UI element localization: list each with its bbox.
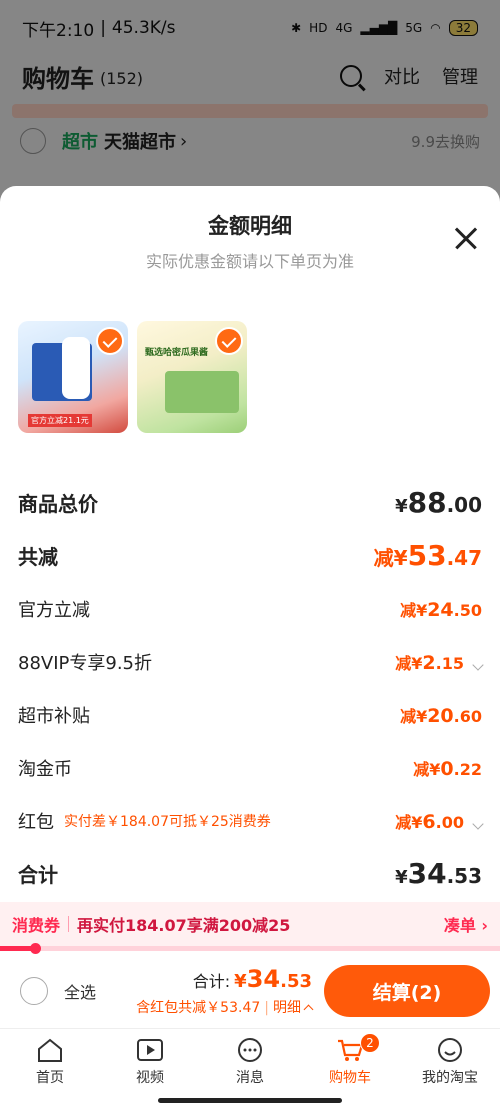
check-icon[interactable] <box>96 327 124 355</box>
home-icon <box>36 1037 64 1063</box>
tab-cart[interactable]: 购物车 2 <box>300 1029 400 1090</box>
taojinbi-label: 淘金币 <box>18 758 72 780</box>
total-discount-label: 共减 <box>18 545 58 569</box>
tab-home[interactable]: 首页 <box>0 1029 100 1090</box>
sheet-title: 金额明细 <box>208 214 292 238</box>
profile-icon <box>436 1037 464 1063</box>
official-discount-row: 官方立减 减¥ 24.50 <box>0 582 500 635</box>
product-caption: 官方立减21.1元 <box>28 414 92 427</box>
product-caption: 甄选哈密瓜果酱 <box>145 348 209 358</box>
subtotal-row: 商品总价 ¥88.00 <box>0 476 500 529</box>
tab-my-taobao[interactable]: 我的淘宝 <box>400 1029 500 1090</box>
market-subsidy-label: 超市补贴 <box>18 705 90 727</box>
total-discount-amount: 减¥ 53.47 <box>373 539 482 572</box>
market-subsidy-amount: 减¥ 20.60 <box>400 704 482 727</box>
total-discount-row: 共减 减¥ 53.47 <box>0 529 500 582</box>
coupon-text: 再实付184.07享满200减25 <box>77 916 291 935</box>
detail-toggle[interactable]: 明细 <box>273 1000 301 1016</box>
official-discount-label: 官方立减 <box>18 599 90 621</box>
total-amount: ¥34.53 <box>395 857 482 890</box>
official-discount-amount: 减¥ 24.50 <box>400 598 482 621</box>
total-row: 合计 ¥34.53 <box>0 847 500 900</box>
tab-messages[interactable]: 消息 <box>200 1029 300 1090</box>
total-label: 合计 <box>18 863 58 887</box>
sum-amount: 34 <box>246 965 281 993</box>
product-thumbnails: 官方立减21.1元 甄选哈密瓜果酱 <box>18 321 247 433</box>
vip-discount-amount: 减¥ 2.15 <box>395 650 484 674</box>
product-thumbnail-melon-jam[interactable]: 甄选哈密瓜果酱 <box>137 321 247 433</box>
close-icon[interactable] <box>454 226 478 250</box>
market-subsidy-row: 超市补贴 减¥ 20.60 <box>0 688 500 741</box>
chevron-down-icon[interactable] <box>472 817 484 830</box>
video-icon <box>136 1037 164 1063</box>
amount-rows: 商品总价 ¥88.00 共减 减¥ 53.47 官方立减 减¥ 24.50 88VI… <box>0 476 500 900</box>
red-packet-note: 实付差￥184.07可抵￥25消费券 <box>64 813 271 830</box>
taojinbi-amount: 减¥ 0.22 <box>413 757 482 780</box>
checkout-bar: 全选 合计: ¥34.53 含红包共减￥53.47 | 明细 结算(2) <box>0 956 500 1026</box>
sheet-subtitle: 实际优惠金额请以下单页为准 <box>145 252 354 271</box>
add-items-link[interactable]: 凑单 › <box>444 912 488 936</box>
tab-video[interactable]: 视频 <box>100 1029 200 1090</box>
subtotal-label: 商品总价 <box>18 492 98 516</box>
message-icon <box>236 1037 264 1063</box>
sum-detail[interactable]: 含红包共减￥53.47 | 明细 <box>136 997 314 1017</box>
check-icon[interactable] <box>215 327 243 355</box>
vip-discount-row[interactable]: 88VIP专享9.5折 减¥ 2.15 <box>0 635 500 688</box>
taojinbi-row: 淘金币 减¥ 0.22 <box>0 741 500 794</box>
sum-label: 合计: <box>192 972 231 991</box>
bottom-tab-bar: 首页 视频 消息 购物车 2 我的淘宝 <box>0 1028 500 1090</box>
coupon-promo-banner[interactable]: 消费券 再实付184.07享满200减25 凑单 › <box>0 902 500 946</box>
red-packet-label: 红包 <box>18 811 54 833</box>
vip-discount-label: 88VIP专享9.5折 <box>18 652 153 674</box>
sum-block: 合计: ¥34.53 含红包共减￥53.47 | 明细 <box>136 965 314 1017</box>
red-packet-amount: 减¥ 6.00 <box>395 809 484 833</box>
subtotal-amount: ¥88.00 <box>395 486 482 519</box>
product-thumbnail-yogurt[interactable]: 官方立减21.1元 <box>18 321 128 433</box>
chevron-down-icon[interactable] <box>472 658 484 671</box>
checkout-button[interactable]: 结算(2) <box>324 965 490 1017</box>
select-all-label[interactable]: 全选 <box>64 979 96 1003</box>
chevron-up-icon[interactable] <box>303 1004 314 1015</box>
amount-detail-sheet: 金额明细 实际优惠金额请以下单页为准 官方立减21.1元 甄选哈密瓜果酱 商品总… <box>0 186 500 1111</box>
coupon-progress-bar <box>0 943 500 954</box>
coupon-tag: 消费券 <box>12 916 61 935</box>
coupon-progress-knob <box>30 943 41 954</box>
select-all-radio[interactable] <box>20 977 48 1005</box>
red-packet-row[interactable]: 红包 实付差￥184.07可抵￥25消费券 减¥ 6.00 <box>0 794 500 847</box>
home-indicator <box>158 1098 342 1103</box>
cart-badge: 2 <box>360 1033 380 1053</box>
